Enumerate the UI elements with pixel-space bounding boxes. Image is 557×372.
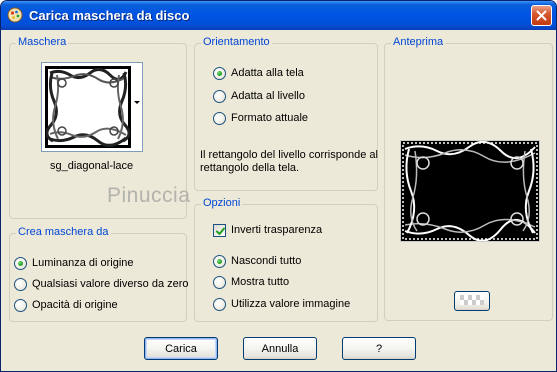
radio-label: Mostra tutto [231,276,290,288]
mask-thumbnail-dropdown[interactable] [41,62,143,152]
radio-label: Adatta al livello [231,90,305,102]
load-button-label: Carica [165,342,197,355]
radio-button[interactable] [213,297,226,311]
checkbox-label: Inverti trasparenza [231,224,323,236]
radio-label: Adatta alla tela [231,67,304,79]
mask-group-label: Maschera [16,36,69,48]
close-button[interactable] [531,5,552,26]
radio-label: Formato attuale [231,112,309,124]
radio-fit-canvas[interactable]: Adatta alla tela [213,65,304,81]
radio-button[interactable] [213,111,226,125]
watermark-text: Pinuccia [107,184,191,207]
options-group-label: Opzioni [201,197,243,209]
radio-source-opacity[interactable]: Opacità di origine [14,297,118,313]
create-mask-from-group: Crea maschera da Luminanza di origine Qu… [9,226,189,322]
radio-hide-all[interactable]: Nascondi tutto [213,253,301,269]
cancel-button[interactable]: Annulla [243,337,317,360]
radio-button[interactable] [14,298,27,312]
preview-image [400,140,540,242]
preview-group: Anteprima [384,36,553,321]
radio-source-luminance[interactable]: Luminanza di origine [14,255,134,271]
preview-group-label: Anteprima [391,36,446,48]
orientation-group: Orientamento Adatta alla tela Adatta al … [194,36,378,191]
radio-label: Luminanza di origine [32,257,134,269]
paint-shop-pro-icon [7,7,23,23]
dialog-window: Carica maschera da disco Maschera sg_dia… [0,0,557,372]
window-title: Carica maschera da disco [29,8,190,23]
radio-use-image-value[interactable]: Utilizza valore immagine [213,296,350,312]
radio-button[interactable] [213,89,226,103]
options-group: Opzioni Inverti trasparenza Nascondi tut… [194,197,378,322]
orientation-description: Il rettangolo del livello corrisponde al… [200,149,378,174]
radio-any-nonzero[interactable]: Qualsiasi valore diverso da zero [14,276,189,292]
help-button[interactable]: ? [342,337,416,360]
radio-button[interactable] [213,66,226,80]
radio-label: Utilizza valore immagine [231,298,351,310]
load-button[interactable]: Carica [144,337,218,360]
radio-label: Opacità di origine [32,299,118,311]
radio-fit-layer[interactable]: Adatta al livello [213,88,305,104]
invert-transparency-checkbox[interactable]: Inverti trasparenza [213,222,322,238]
preview-toggle-button[interactable] [454,291,490,311]
orientation-group-label: Orientamento [201,36,272,48]
radio-button[interactable] [14,256,27,270]
mask-name: sg_diagonal-lace [50,160,134,172]
radio-show-all[interactable]: Mostra tutto [213,274,289,290]
radio-button[interactable] [213,275,226,289]
radio-current-size[interactable]: Formato attuale [213,110,308,126]
chevron-down-icon [134,101,140,104]
cancel-button-label: Annulla [261,342,299,355]
title-bar[interactable]: Carica maschera da disco [1,1,556,30]
help-button-label: ? [375,342,383,355]
dialog-content: Maschera sg_diagonal-lace Pinuccia Orien… [1,30,556,371]
mask-preview-image [45,66,131,148]
radio-button[interactable] [213,254,226,268]
create-mask-group-label: Crea maschera da [16,226,111,238]
checker-pattern-icon [460,294,484,308]
radio-label: Nascondi tutto [231,255,302,267]
radio-label: Qualsiasi valore diverso da zero [32,278,189,290]
checkbox[interactable] [213,223,226,237]
radio-button[interactable] [14,277,27,291]
checkmark-icon [216,227,225,235]
